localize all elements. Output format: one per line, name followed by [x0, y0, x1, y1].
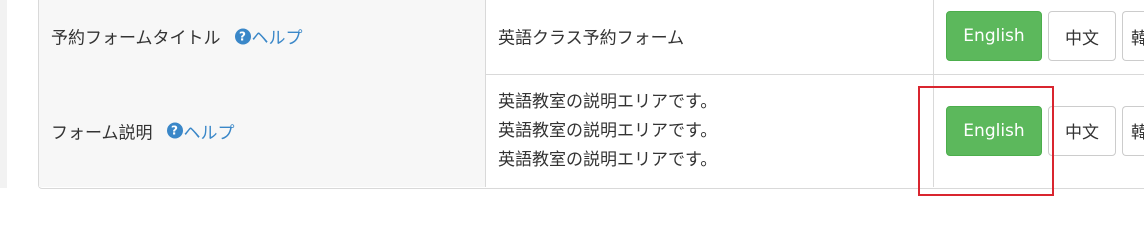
form-description-row: フォーム説明 ? ヘルプ 英語教室の説明エリアです。 英語教室の説明エリアです。…: [39, 74, 1144, 187]
chinese-button[interactable]: 中文: [1048, 105, 1116, 156]
korean-button[interactable]: 韓: [1122, 105, 1144, 156]
form-settings-table: 予約フォームタイトル ? ヘルプ 英語クラス予約フォーム English 中文 …: [38, 0, 1144, 189]
question-circle-icon: ?: [234, 28, 251, 44]
form-description-value: 英語教室の説明エリアです。 英語教室の説明エリアです。 英語教室の説明エリアです…: [498, 88, 717, 175]
description-line: 英語教室の説明エリアです。: [498, 150, 718, 170]
left-panel-edge: [0, 0, 7, 188]
language-buttons-cell: English 中文 韓: [933, 0, 1144, 74]
description-line: 英語教室の説明エリアです。: [498, 92, 718, 112]
question-circle-icon: ?: [166, 122, 183, 139]
form-title-label: 予約フォームタイトル: [51, 28, 221, 49]
english-button[interactable]: English: [946, 11, 1042, 61]
help-link-label: ヘルプ: [251, 28, 303, 49]
value-cell: 英語教室の説明エリアです。 英語教室の説明エリアです。 英語教室の説明エリアです…: [485, 74, 933, 187]
chinese-button[interactable]: 中文: [1048, 11, 1116, 61]
description-line: 英語教室の説明エリアです。: [498, 121, 718, 141]
korean-button[interactable]: 韓: [1122, 11, 1144, 61]
label-cell: 予約フォームタイトル ? ヘルプ: [39, 0, 485, 74]
language-buttons-cell: English 中文 韓: [933, 74, 1144, 187]
form-title-row: 予約フォームタイトル ? ヘルプ 英語クラス予約フォーム English 中文 …: [39, 0, 1144, 75]
help-link[interactable]: ? ヘルプ: [234, 24, 303, 49]
form-description-label: フォーム説明: [51, 123, 153, 143]
value-cell: 英語クラス予約フォーム: [485, 0, 933, 74]
form-title-value: 英語クラス予約フォーム: [498, 28, 685, 49]
label-cell: フォーム説明 ? ヘルプ: [39, 74, 485, 187]
help-link-label: ヘルプ: [183, 123, 235, 143]
english-button[interactable]: English: [946, 105, 1042, 156]
help-link[interactable]: ? ヘルプ: [166, 118, 235, 143]
